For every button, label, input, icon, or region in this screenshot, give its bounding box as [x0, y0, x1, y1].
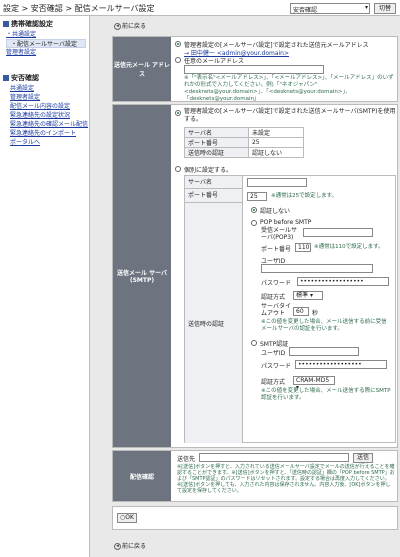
table-cell-value: 未設定: [247, 127, 305, 138]
sidebar-item-contact-status[interactable]: 緊急連絡先の設定状況: [10, 111, 88, 120]
server-opt1-text: 管理者設定の[メールサーバ設定]で設定された送信メールサーバ(SMTP)を使用す…: [184, 108, 396, 123]
timeout-unit: 秒: [312, 310, 319, 317]
sidebar-list: ・共通設定 ・配信メールサーバ設定 管理者設定: [6, 30, 86, 57]
test-content: 送信先 送信 ※[送信]ボタンを押すと、入力されている送信メールサーバ設定でメー…: [173, 451, 395, 501]
back-link-bottom[interactable]: ◂ 前に戻る: [114, 541, 146, 550]
sidebar-item-mail-content[interactable]: 配信メール内容の設定: [10, 102, 88, 111]
server-label: 送信メール サーバ(SMTP): [113, 105, 171, 447]
timeout-input[interactable]: 60: [293, 307, 309, 316]
port-note: ※通常は25で設定します。: [271, 193, 338, 199]
sender-panel: 送信元メール アドレス 管理者設定の[メールサーバ設定]で設定された送信元メール…: [112, 36, 398, 102]
smtp-pass-input[interactable]: ••••••••••••••••••: [295, 360, 387, 369]
sender-radio-default[interactable]: [175, 41, 181, 47]
timeout-label: サーバタイムアウト: [261, 303, 291, 317]
table-cell-key: サーバ名: [184, 127, 249, 138]
smtp-label: SMTP認証: [260, 341, 289, 348]
server-name-label: サーバ名: [185, 176, 243, 189]
send-button[interactable]: 送信: [353, 453, 373, 463]
pop-user-input[interactable]: [261, 264, 373, 273]
sidebar-list-2: 共通設定 管理者設定 配信メール内容の設定 緊急連絡先の設定状況 緊急連絡先の確…: [10, 84, 88, 147]
server-custom-box: サーバ名 ポート番号 25 ※通常は25で設定します。 送信時の認証 認証しない…: [184, 175, 396, 443]
pop-pass-input[interactable]: ••••••••••••••••••: [297, 277, 389, 286]
arrow-left-icon: ◂: [114, 543, 121, 550]
square-icon: [3, 75, 9, 81]
pop-port-note: ※通常は110で設定します。: [314, 244, 384, 250]
auth-radio-pop[interactable]: [251, 220, 257, 226]
server-opt2-text: 個別に設定する。: [184, 167, 233, 174]
smtp-note: ※この値を変更した場合、メール送信する際にSMTP認証を行います。: [261, 388, 391, 401]
server-radio-custom[interactable]: [175, 166, 181, 172]
sidebar-item-admin-2[interactable]: 管理者設定: [10, 93, 88, 102]
top-bar: 設定 > 安否確認 > 配信メールサーバ設定 安否確認 ▾ 切替: [0, 0, 400, 16]
sidebar-item-common-2[interactable]: 共通設定: [10, 84, 88, 93]
sidebar-section-title-2: 安否確認: [3, 73, 39, 83]
app-select[interactable]: 安否確認 ▾: [290, 3, 370, 14]
table-row: サーバ名 未設定: [184, 127, 305, 138]
pop-port-input[interactable]: 110: [295, 243, 311, 252]
table-row: ポート番号 25: [184, 137, 305, 148]
app-select-value: 安否確認: [293, 7, 318, 14]
pop-pass-label: パスワード: [261, 280, 292, 287]
sender-opt2-text: 任意のメールアドレス: [184, 58, 245, 65]
arrow-left-icon: ◂: [114, 23, 121, 30]
server-panel: 送信メール サーバ(SMTP) 管理者設定の[メールサーバ設定]で設定された送信…: [112, 104, 398, 448]
auth-radio-none[interactable]: [251, 207, 257, 213]
table-cell-key: ポート番号: [184, 137, 249, 148]
test-to-input[interactable]: [199, 453, 349, 462]
sidebar-section-title: 携帯確認設定: [3, 19, 53, 29]
sidebar-item-contact-import[interactable]: 緊急連絡先のインポート: [10, 129, 88, 138]
pop-server-label: 受信メールサーバ(POP3): [261, 227, 298, 241]
pop-server-input[interactable]: [303, 228, 373, 237]
smtp-pass-label: パスワード: [261, 363, 292, 370]
auth-label: 送信時の認証: [185, 203, 243, 443]
sender-content: 管理者設定の[メールサーバ設定]で設定された送信元メールアドレス → 田中健一 …: [173, 37, 395, 102]
table-cell-value: 25: [247, 137, 305, 148]
server-radio-default[interactable]: [175, 110, 181, 116]
port-input[interactable]: 25: [247, 192, 267, 201]
port-label: ポート番号: [185, 189, 243, 203]
breadcrumb: 設定 > 安否確認 > 配信メールサーバ設定: [3, 4, 155, 13]
smtp-method-select[interactable]: CRAM-MD5 ▾: [293, 376, 335, 391]
chevron-down-icon: ▾: [364, 4, 368, 11]
table-row: 送信時の認証 認証しない: [184, 147, 305, 158]
chevron-down-icon: ▾: [309, 292, 313, 299]
smtp-user-label: ユーザID: [261, 350, 286, 357]
switch-button[interactable]: 切替: [374, 3, 396, 14]
sidebar-item-admin[interactable]: 管理者設定: [6, 48, 86, 57]
sender-address-input[interactable]: [184, 65, 324, 74]
table-cell-key: 送信時の認証: [184, 147, 249, 158]
ok-button[interactable]: ○OK: [117, 513, 137, 523]
sidebar-item-mail-server[interactable]: ・配信メールサーバ設定: [6, 39, 86, 48]
table-cell-value: 認証しない: [247, 147, 305, 158]
sender-label: 送信元メール アドレス: [113, 37, 171, 101]
pop-label: POP before SMTP: [260, 219, 312, 226]
sender-radio-custom[interactable]: [175, 57, 181, 63]
pop-method-select[interactable]: 標準 ▾: [293, 291, 323, 300]
test-note: ※[送信]ボタンを押すと、入力されている送信メールサーバ設定でメールの送信が行え…: [177, 464, 395, 494]
sidebar-item-common[interactable]: ・共通設定: [6, 30, 86, 39]
server-name-input[interactable]: [247, 178, 307, 187]
pop-method-label: 認証方式: [261, 294, 286, 301]
server-info-table: サーバ名 未設定 ポート番号 25 送信時の認証 認証しない: [184, 127, 305, 158]
main-area: ◂ 前に戻る 送信元メール アドレス 管理者設定の[メールサーバ設定]で設定された…: [89, 16, 400, 557]
sidebar-item-portal[interactable]: ポータルへ: [10, 138, 88, 147]
smtp-user-input[interactable]: [289, 347, 359, 356]
pop-note: ※この値を変更した場合、メール送信する前に受信メールサーバの認証を行います。: [261, 319, 387, 332]
test-label: 配信確認: [113, 451, 171, 501]
pop-port-label: ポート番号: [261, 246, 292, 253]
ok-bar: ○OK: [112, 506, 398, 530]
test-panel: 配信確認 送信先 送信 ※[送信]ボタンを押すと、入力されている送信メールサーバ…: [112, 450, 398, 502]
auth-radio-smtp[interactable]: [251, 340, 257, 346]
sidebar-item-contact-mail[interactable]: 緊急連絡先の確認メール配信: [10, 120, 88, 129]
square-icon: [3, 21, 9, 27]
smtp-method-label: 認証方式: [261, 379, 286, 386]
test-to-label: 送信先: [177, 456, 196, 463]
sidebar: 携帯確認設定 ・共通設定 ・配信メールサーバ設定 管理者設定 安否確認 共通設定…: [0, 16, 88, 557]
auth-none-text: 認証しない: [260, 208, 291, 215]
back-link-top[interactable]: ◂ 前に戻る: [114, 21, 146, 30]
server-content: 管理者設定の[メールサーバ設定]で設定された送信メールサーバ(SMTP)を使用す…: [173, 105, 396, 447]
sender-note: ※「"表示名"<メールアドレス>」、「<メールアドレス>」、「メールアドレス」の…: [184, 75, 394, 102]
